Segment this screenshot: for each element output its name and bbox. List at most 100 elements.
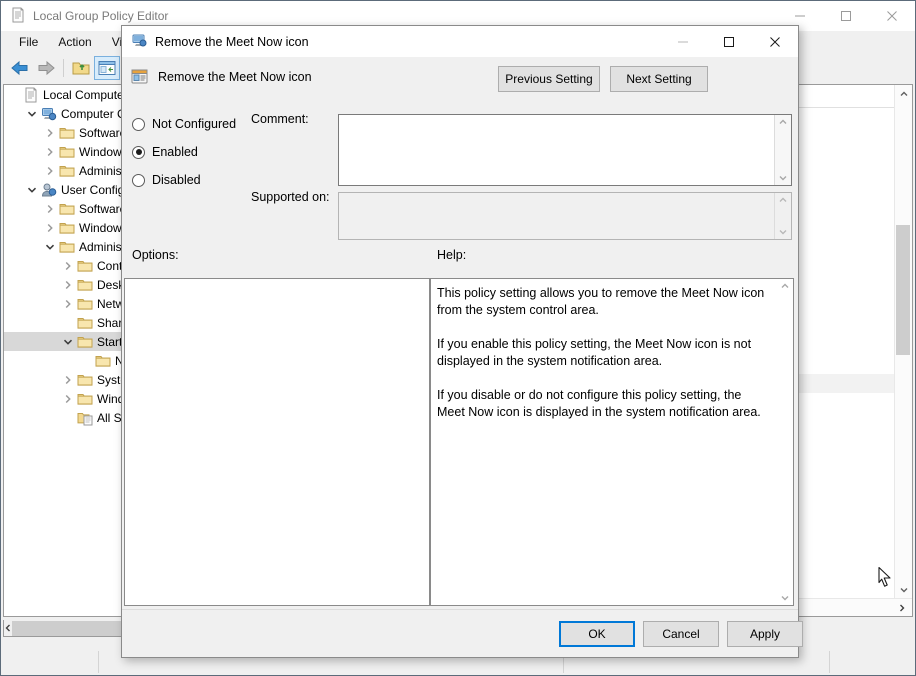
- comment-field[interactable]: [338, 114, 792, 186]
- tree-expander[interactable]: [60, 389, 76, 408]
- chevron-right-icon[interactable]: [63, 394, 73, 404]
- tree-scroll-left-arrow[interactable]: [4, 621, 12, 636]
- tree-expander[interactable]: [42, 142, 58, 161]
- cancel-button[interactable]: Cancel: [643, 621, 719, 647]
- tree-expander[interactable]: [60, 275, 76, 294]
- folder-icon: [59, 220, 75, 236]
- dialog-setting-name: Remove the Meet Now icon: [158, 70, 312, 84]
- next-setting-button[interactable]: Next Setting: [610, 66, 708, 92]
- folder-icon: [94, 351, 112, 370]
- help-scrollbar[interactable]: [776, 279, 793, 605]
- chevron-right-icon[interactable]: [45, 166, 55, 176]
- radio-label-enabled: Enabled: [152, 145, 198, 159]
- previous-setting-button[interactable]: Previous Setting: [498, 66, 600, 92]
- folder-icon: [58, 237, 76, 256]
- comment-label: Comment:: [251, 112, 309, 126]
- folder-icon: [58, 218, 76, 237]
- options-panel[interactable]: [124, 278, 430, 606]
- dialog-maximize-button[interactable]: [706, 26, 752, 57]
- tree-expander[interactable]: [60, 294, 76, 313]
- list-vertical-scrollbar[interactable]: [894, 85, 912, 616]
- tree-expander[interactable]: [42, 123, 58, 142]
- menu-action[interactable]: Action: [48, 33, 101, 51]
- menu-file[interactable]: File: [9, 33, 48, 51]
- supported-on-scrollbar[interactable]: [774, 193, 791, 239]
- chevron-right-icon[interactable]: [45, 223, 55, 233]
- list-scroll-thumb[interactable]: [896, 225, 910, 355]
- tree-expander[interactable]: [42, 218, 58, 237]
- close-icon: [769, 36, 781, 48]
- tree-expander[interactable]: [24, 180, 40, 199]
- policy-document-icon: [23, 87, 39, 103]
- tree-expander[interactable]: [60, 332, 76, 351]
- toolbar-up-one-level-button[interactable]: [68, 56, 94, 80]
- toolbar-forward-button[interactable]: [33, 56, 59, 80]
- list-scroll-up-arrow[interactable]: [895, 85, 912, 102]
- radio-enabled[interactable]: Enabled: [132, 145, 198, 159]
- toolbar-back-button[interactable]: [7, 56, 33, 80]
- maximize-icon: [723, 36, 735, 48]
- maximize-button[interactable]: [823, 1, 869, 31]
- toolbar-show-hide-tree-button[interactable]: [94, 56, 120, 80]
- help-panel[interactable]: This policy setting allows you to remove…: [430, 278, 794, 606]
- apply-button[interactable]: Apply: [727, 621, 803, 647]
- folder-icon: [76, 294, 94, 313]
- folder-icon: [76, 389, 94, 408]
- chevron-right-icon[interactable]: [63, 375, 73, 385]
- radio-label-not-configured: Not Configured: [152, 117, 236, 131]
- chevron-down-icon[interactable]: [27, 109, 37, 119]
- list-scroll-down-arrow[interactable]: [895, 581, 912, 598]
- list-scroll-right-arrow[interactable]: [892, 604, 912, 612]
- close-button[interactable]: [869, 1, 915, 31]
- user-icon: [41, 182, 57, 198]
- policy-document-icon: [10, 7, 26, 26]
- radio-disabled[interactable]: Disabled: [132, 173, 201, 187]
- radio-not-configured[interactable]: Not Configured: [132, 117, 236, 131]
- chevron-right-icon[interactable]: [45, 147, 55, 157]
- chevron-right-icon[interactable]: [45, 128, 55, 138]
- chevron-down-icon[interactable]: [27, 185, 37, 195]
- chevron-left-icon: [4, 624, 12, 632]
- policy-setting-icon: [131, 68, 148, 88]
- user-icon: [40, 180, 58, 199]
- statusbar-separator-1: [98, 651, 99, 673]
- tree-expander[interactable]: [42, 161, 58, 180]
- tree-expander[interactable]: [60, 256, 76, 275]
- tree-expander[interactable]: [42, 199, 58, 218]
- chevron-down-icon: [779, 174, 787, 182]
- supported-on-field[interactable]: [338, 192, 792, 240]
- chevron-down-icon[interactable]: [45, 242, 55, 252]
- statusbar-separator-3: [829, 651, 830, 673]
- radio-mark-not-configured: [132, 118, 145, 131]
- tree-expander[interactable]: [42, 237, 58, 256]
- radio-mark-disabled: [132, 174, 145, 187]
- show-hide-console-tree-icon: [98, 60, 116, 76]
- toolbar-separator: [63, 59, 64, 77]
- chevron-up-icon: [781, 282, 789, 290]
- forward-icon: [36, 59, 56, 77]
- help-paragraph: If you enable this policy setting, the M…: [437, 336, 771, 370]
- close-icon: [886, 10, 898, 22]
- tree-expander[interactable]: [60, 370, 76, 389]
- chevron-right-icon: [898, 604, 906, 612]
- ok-button[interactable]: OK: [559, 621, 635, 647]
- tree-expander: [60, 313, 76, 332]
- chevron-right-icon[interactable]: [63, 261, 73, 271]
- tree-expander: [6, 85, 22, 104]
- chevron-up-icon: [900, 90, 908, 98]
- mouse-pointer-icon: [877, 566, 895, 590]
- chevron-down-icon[interactable]: [63, 337, 73, 347]
- chevron-right-icon[interactable]: [45, 204, 55, 214]
- comment-scrollbar[interactable]: [774, 115, 791, 185]
- folder-icon: [76, 313, 94, 332]
- dialog-minimize-button[interactable]: [660, 26, 706, 57]
- tree-expander[interactable]: [24, 104, 40, 123]
- folder-icon: [59, 163, 75, 179]
- supported-on-label: Supported on:: [251, 190, 330, 204]
- policy-setting-dialog: Remove the Meet Now icon Remove the Meet…: [121, 25, 799, 658]
- folder-icon: [77, 296, 93, 312]
- dialog-close-button[interactable]: [752, 26, 798, 57]
- chevron-down-icon: [781, 594, 789, 602]
- chevron-right-icon[interactable]: [63, 299, 73, 309]
- chevron-right-icon[interactable]: [63, 280, 73, 290]
